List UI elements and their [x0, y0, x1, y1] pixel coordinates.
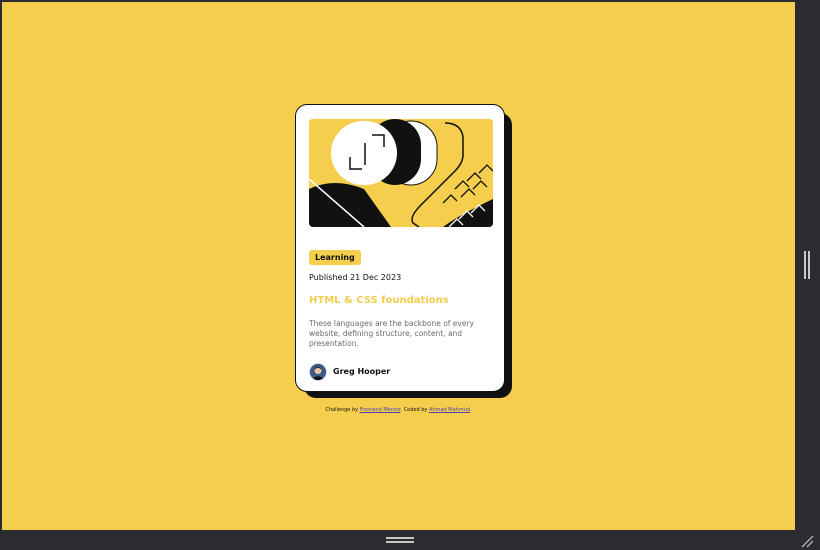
- attribution-prefix: Challenge by: [325, 407, 360, 413]
- horizontal-resize-handle[interactable]: [386, 537, 414, 543]
- page-viewport: Learning Published 21 Dec 2023 HTML & CS…: [2, 2, 795, 530]
- category-tag: Learning: [309, 250, 361, 265]
- frontend-mentor-link[interactable]: Frontend Mentor: [360, 407, 401, 413]
- author-avatar: [309, 363, 327, 381]
- author-link[interactable]: Ahmad Mahmud: [429, 407, 470, 413]
- attribution-middle: . Coded by: [400, 407, 429, 413]
- blog-preview-card: Learning Published 21 Dec 2023 HTML & CS…: [295, 104, 505, 392]
- card-illustration: [309, 119, 493, 227]
- vertical-resize-handle[interactable]: [804, 251, 810, 279]
- resize-grip-icon[interactable]: [799, 533, 815, 549]
- card-description: These languages are the backbone of ever…: [309, 319, 474, 348]
- card-title-link[interactable]: HTML & CSS foundations: [309, 295, 449, 306]
- attribution: Challenge by Frontend Mentor. Coded by A…: [2, 407, 795, 413]
- publish-date: Published 21 Dec 2023: [309, 273, 402, 282]
- attribution-suffix: .: [470, 407, 472, 413]
- illustration-graphic: [309, 119, 493, 227]
- author-name: Greg Hooper: [333, 367, 391, 376]
